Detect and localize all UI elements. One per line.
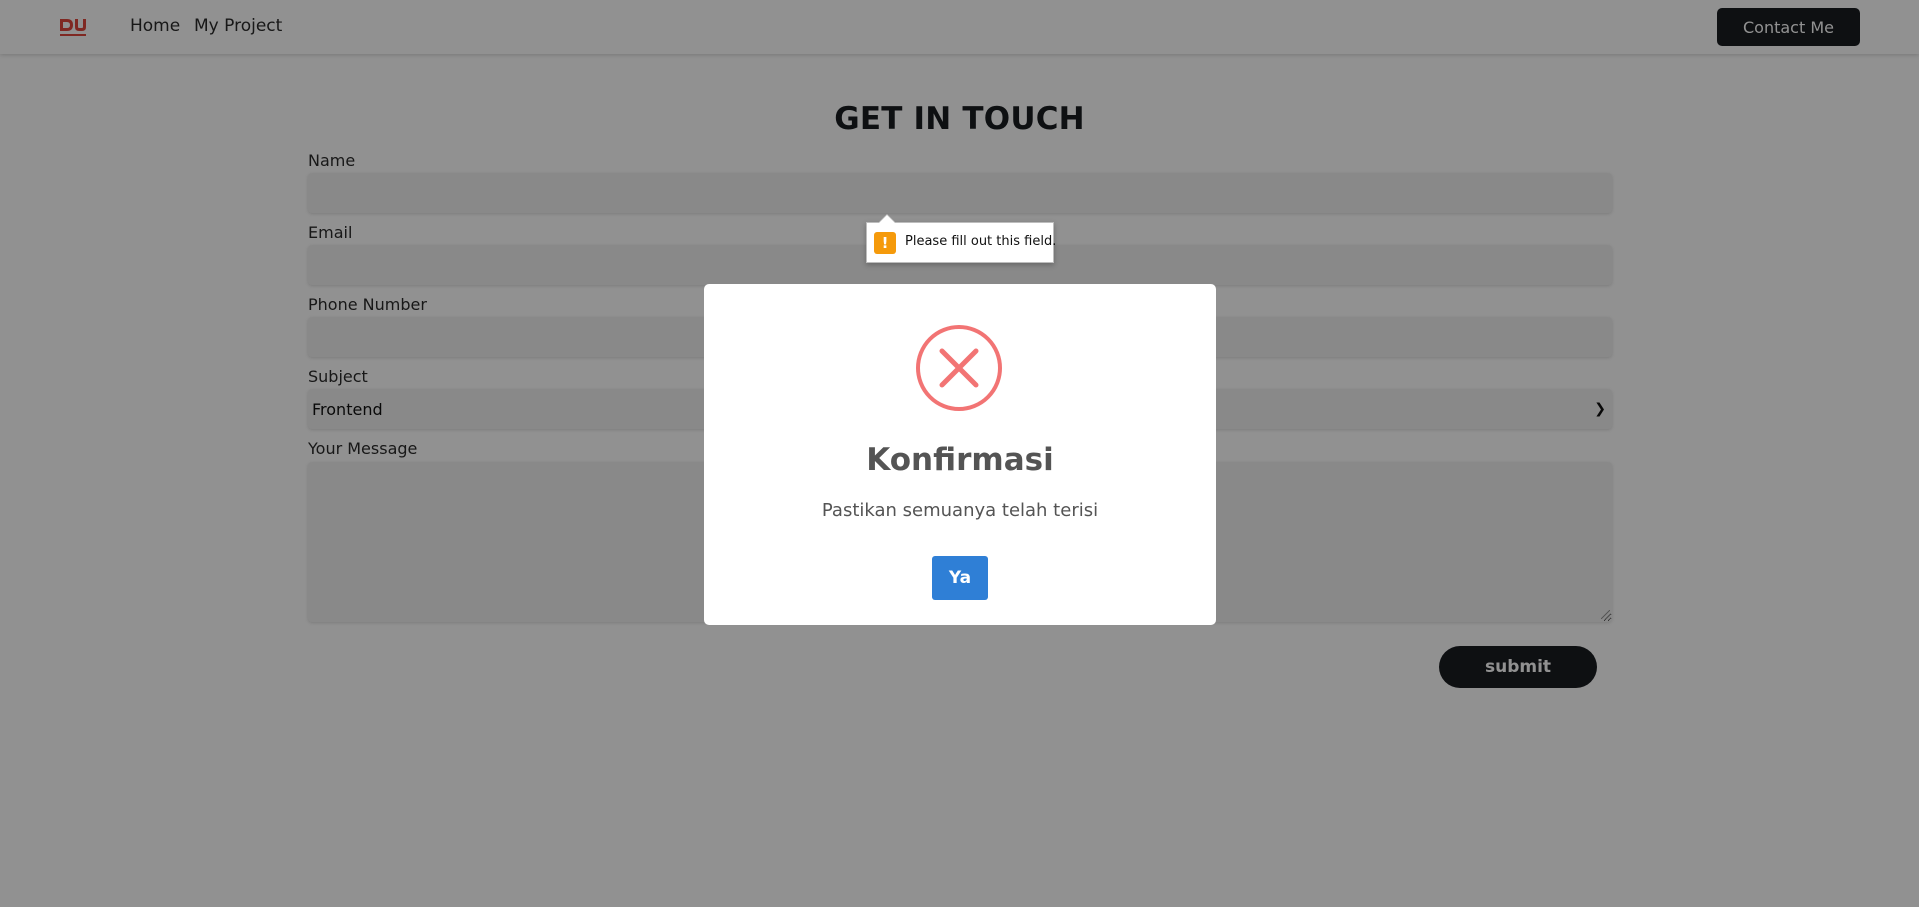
validation-tooltip: ! Please fill out this field. [866,214,1057,263]
confirm-ya-button[interactable]: Ya [932,556,988,600]
error-x-circle-icon [916,325,1002,411]
modal-message: Pastikan semuanya telah terisi [821,500,1099,521]
validation-tooltip-text: Please fill out this field. [905,234,1057,249]
modal-title: Konfirmasi [866,442,1054,478]
confirmation-modal: Konfirmasi Pastikan semuanya telah teris… [704,284,1216,625]
warning-icon: ! [874,232,896,254]
